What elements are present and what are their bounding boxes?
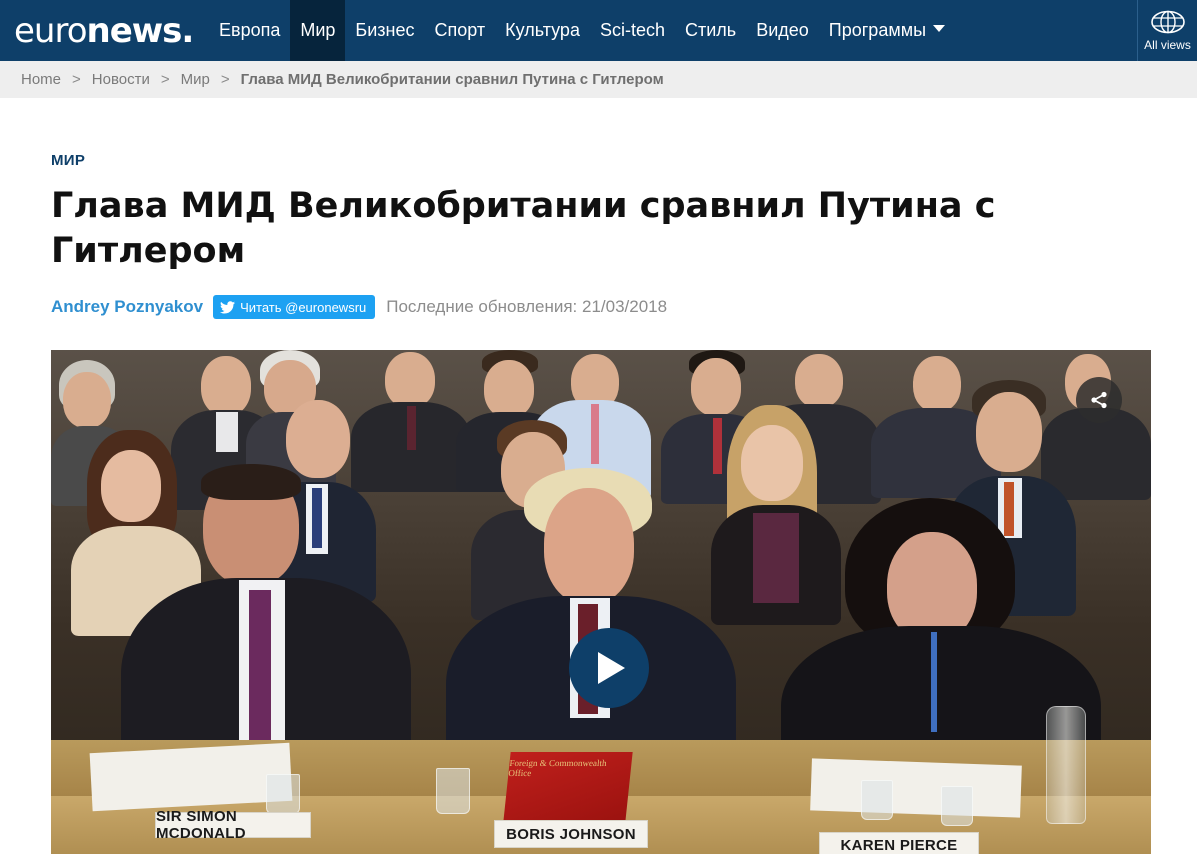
- nameplate-mcdonald: SIR SIMON MCDONALD: [155, 808, 311, 842]
- water-flask: [1046, 706, 1086, 824]
- breadcrumb-world[interactable]: Мир: [181, 71, 210, 88]
- water-glass: [861, 780, 893, 820]
- twitter-bird-icon: [220, 300, 236, 313]
- nav-item-world[interactable]: Мир: [290, 0, 346, 61]
- nameplate-label: BORIS JOHNSON: [506, 825, 636, 843]
- nav-item-business[interactable]: Бизнес: [345, 0, 424, 61]
- breadcrumb-separator: >: [72, 71, 81, 88]
- nav-item-label: Спорт: [434, 20, 486, 40]
- nav-item-label: Мир: [300, 20, 336, 40]
- logo-text-bold: news: [86, 10, 183, 51]
- euronews-logo[interactable]: euro news.: [0, 0, 209, 61]
- nav-item-label: Стиль: [685, 20, 737, 40]
- main-nav: Европа Мир Бизнес Спорт Культура Sci-tec…: [209, 0, 955, 61]
- nav-item-label: Sci-tech: [599, 20, 665, 40]
- top-navigation: euro news. Европа Мир Бизнес Спорт Культу…: [0, 0, 1197, 61]
- nav-item-europe[interactable]: Европа: [209, 0, 290, 61]
- nameplate-pierce: KAREN PIERCE: [819, 832, 979, 854]
- breadcrumb: Home > Новости > Мир > Глава МИД Великоб…: [0, 61, 1197, 98]
- nav-item-style[interactable]: Стиль: [675, 0, 746, 61]
- logo-dot: .: [181, 10, 194, 51]
- nameplate-label: KAREN PIERCE: [840, 836, 958, 854]
- share-button[interactable]: [1076, 377, 1122, 423]
- play-icon: [598, 652, 625, 684]
- nav-item-sport[interactable]: Спорт: [425, 0, 496, 61]
- water-glass: [436, 768, 470, 814]
- article-byline: Andrey Poznyakov Читать @euronewsru Посл…: [51, 295, 667, 319]
- nav-item-scitech[interactable]: Sci-tech: [590, 0, 675, 61]
- breadcrumb-news[interactable]: Новости: [92, 71, 150, 88]
- author-link[interactable]: Andrey Poznyakov: [51, 297, 203, 317]
- desk-papers: [810, 758, 1022, 818]
- share-icon: [1091, 391, 1107, 409]
- red-folder: Foreign & Commonwealth Office: [503, 752, 633, 822]
- video-player[interactable]: Foreign & Commonwealth Office SIR SIMON …: [51, 350, 1151, 854]
- nav-item-label: Бизнес: [355, 20, 415, 40]
- breadcrumb-home[interactable]: Home: [21, 71, 61, 88]
- folder-text: Foreign & Commonwealth Office: [507, 758, 608, 778]
- article-headline: Глава МИД Великобритании сравнил Путина …: [51, 186, 996, 271]
- breadcrumb-current: Глава МИД Великобритании сравнил Путина …: [240, 71, 664, 88]
- play-button[interactable]: [569, 628, 649, 708]
- nav-item-programs[interactable]: Программы: [819, 0, 955, 61]
- caret-down-icon: [933, 25, 946, 32]
- nav-item-culture[interactable]: Культура: [495, 0, 590, 61]
- section-label[interactable]: МИР: [51, 152, 85, 169]
- nav-item-label: Видео: [756, 20, 809, 40]
- water-glass: [941, 786, 973, 826]
- nav-item-label: Европа: [219, 20, 281, 40]
- all-views-label: All views: [1144, 37, 1191, 52]
- nameplate-label: SIR SIMON MCDONALD: [156, 808, 246, 842]
- globe-icon: [1150, 10, 1185, 33]
- nameplate-johnson: BORIS JOHNSON: [494, 820, 648, 848]
- twitter-follow-button[interactable]: Читать @euronewsru: [213, 295, 376, 319]
- last-updated: Последние обновления: 21/03/2018: [386, 297, 668, 316]
- breadcrumb-separator: >: [220, 71, 230, 88]
- logo-text-light: euro: [14, 10, 87, 51]
- nav-item-label: Культура: [505, 20, 580, 40]
- nav-item-label: Программы: [828, 20, 927, 40]
- desk-papers: [89, 742, 293, 812]
- all-views-button[interactable]: All views: [1137, 0, 1197, 61]
- breadcrumb-separator: >: [160, 71, 170, 88]
- nav-item-video[interactable]: Видео: [746, 0, 819, 61]
- twitter-follow-label: Читать @euronewsru: [240, 299, 367, 315]
